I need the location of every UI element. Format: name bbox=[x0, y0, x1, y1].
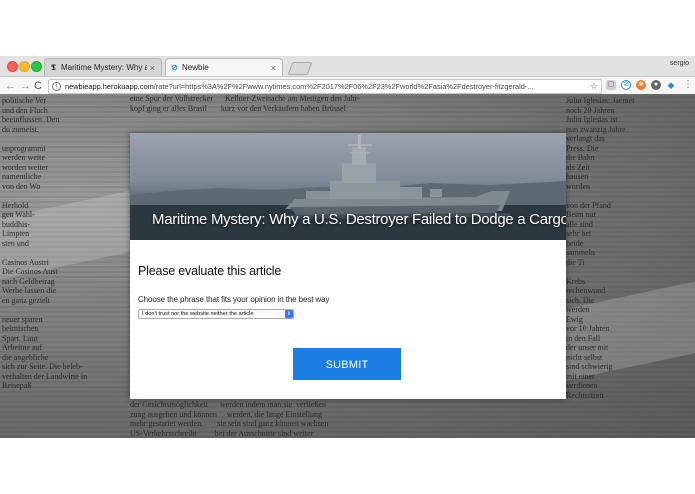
tab-newbie[interactable]: ⊘ Newbie × bbox=[165, 58, 283, 76]
opinion-select[interactable]: I don't trust nor the website neither th… bbox=[138, 309, 294, 319]
address-bar[interactable]: i newbieapp.herokuapp.com/rate?url=https… bbox=[48, 79, 602, 94]
nyt-icon: 𝕿 bbox=[51, 63, 56, 72]
opinion-question: Choose the phrase that fits your opinion… bbox=[138, 295, 330, 304]
forward-button[interactable]: → bbox=[20, 79, 31, 93]
browser-toolbar: ← → C i newbieapp.herokuapp.com/rate?url… bbox=[0, 76, 695, 95]
top-margin bbox=[0, 0, 695, 56]
reload-button[interactable]: C bbox=[34, 79, 42, 93]
bottom-margin bbox=[0, 438, 695, 494]
minimize-window-button[interactable] bbox=[19, 61, 30, 72]
newspaper-text-right: Julio Iglesias: Jaemet noch 20 Jahren Ju… bbox=[566, 96, 635, 400]
extension-gray-icon[interactable]: ● bbox=[651, 80, 661, 90]
tab-bar: 𝕿 Maritime Mystery: Why a U.S. × ⊘ Newbi… bbox=[0, 56, 695, 76]
tab-label: Maritime Mystery: Why a U.S. bbox=[61, 63, 147, 72]
article-title: Maritime Mystery: Why a U.S. Destroyer F… bbox=[152, 211, 566, 228]
url-path: /rate?url=https%3A%2F%2Fwww.nytimes.com%… bbox=[153, 82, 534, 91]
menu-icon[interactable]: ⋮ bbox=[683, 79, 693, 90]
info-icon[interactable]: i bbox=[52, 82, 61, 91]
close-window-button[interactable] bbox=[7, 61, 18, 72]
tab-nyt-article[interactable]: 𝕿 Maritime Mystery: Why a U.S. × bbox=[44, 58, 162, 76]
rating-card: Maritime Mystery: Why a U.S. Destroyer F… bbox=[130, 133, 566, 399]
browser-chrome: 𝕿 Maritime Mystery: Why a U.S. × ⊘ Newbi… bbox=[0, 56, 695, 95]
extension-page-icon[interactable]: ▢ bbox=[606, 80, 616, 90]
tab-close-icon[interactable]: × bbox=[150, 63, 155, 73]
extension-newbie-icon[interactable]: ⊘ bbox=[621, 80, 631, 90]
submit-button[interactable]: SUBMIT bbox=[293, 348, 401, 380]
newbie-icon: ⊘ bbox=[171, 63, 178, 72]
extension-orange-icon[interactable]: ⊗ bbox=[636, 80, 646, 90]
select-arrows-icon: ⇕ bbox=[285, 310, 293, 318]
profile-name[interactable]: sergio bbox=[670, 60, 689, 67]
url-host: newbieapp.herokuapp.com bbox=[65, 82, 154, 91]
bookmark-star-icon[interactable]: ☆ bbox=[590, 80, 598, 93]
selected-opinion: I don't trust nor the website neither th… bbox=[142, 311, 254, 317]
newspaper-text-top: eine Spur der Vollstrecker Kellner-Zweis… bbox=[130, 94, 360, 113]
evaluate-heading: Please evaluate this article bbox=[138, 264, 282, 278]
maximize-window-button[interactable] bbox=[31, 61, 42, 72]
newspaper-text-left: politische Ver und den Fluch beeinflusse… bbox=[2, 96, 88, 390]
newspaper-text-bottom: der Gesichtsmöglichkeit werden indem man… bbox=[130, 400, 329, 438]
extension-blue-icon[interactable]: ◆ bbox=[666, 80, 676, 90]
article-hero-image: Maritime Mystery: Why a U.S. Destroyer F… bbox=[130, 133, 566, 240]
tab-label: Newbie bbox=[182, 63, 209, 72]
url-text: newbieapp.herokuapp.com/rate?url=https%3… bbox=[65, 80, 534, 93]
back-button[interactable]: ← bbox=[5, 79, 16, 93]
tab-close-icon[interactable]: × bbox=[271, 63, 276, 73]
new-tab-button[interactable] bbox=[287, 62, 313, 75]
